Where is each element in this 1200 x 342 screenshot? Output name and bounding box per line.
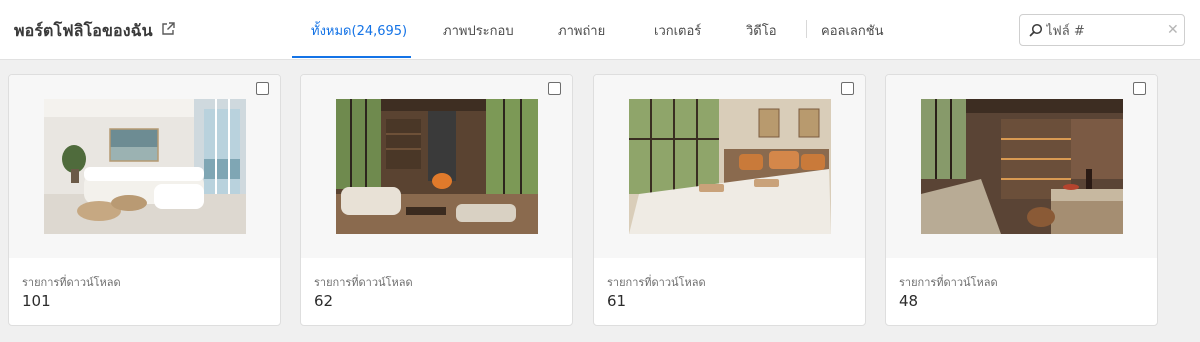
- tab-videos[interactable]: วิดีโอ: [746, 20, 777, 41]
- download-count: 48: [899, 292, 919, 310]
- portfolio-title: พอร์ตโฟลิโอของฉัน: [14, 21, 153, 40]
- card-media: [594, 75, 865, 258]
- card-label: รายการที่ดาวน์โหลด: [607, 276, 706, 289]
- card-thumbnail[interactable]: [629, 99, 831, 234]
- portfolio-card[interactable]: รายการที่ดาวน์โหลด 61: [593, 74, 866, 326]
- card-checkbox[interactable]: [841, 82, 854, 95]
- close-icon[interactable]: ✕: [1167, 21, 1179, 39]
- search-icon: [1029, 23, 1043, 37]
- card-media: [9, 75, 280, 258]
- portfolio-card[interactable]: รายการที่ดาวน์โหลด 48: [885, 74, 1158, 326]
- card-thumbnail[interactable]: [336, 99, 538, 234]
- download-count: 101: [22, 292, 51, 310]
- active-tab-indicator: [292, 56, 411, 58]
- card-checkbox[interactable]: [1133, 82, 1146, 95]
- tab-collections[interactable]: คอลเลกชัน: [821, 20, 883, 41]
- card-thumbnail[interactable]: [921, 99, 1123, 234]
- card-checkbox[interactable]: [256, 82, 269, 95]
- download-count: 61: [607, 292, 627, 310]
- card-media: [886, 75, 1157, 258]
- card-checkbox[interactable]: [548, 82, 561, 95]
- external-link-icon[interactable]: [160, 21, 176, 37]
- tab-all[interactable]: ทั้งหมด(24,695): [311, 20, 407, 41]
- top-bar: พอร์ตโฟลิโอของฉัน ทั้งหมด(24,695) ภาพประ…: [0, 0, 1200, 60]
- card-label: รายการที่ดาวน์โหลด: [314, 276, 413, 289]
- card-label: รายการที่ดาวน์โหลด: [899, 276, 998, 289]
- portfolio-card[interactable]: รายการที่ดาวน์โหลด 62: [300, 74, 573, 326]
- search-box[interactable]: ✕: [1019, 14, 1185, 46]
- tab-separator: [806, 20, 807, 38]
- tab-vectors[interactable]: เวกเตอร์: [654, 20, 701, 41]
- download-count: 62: [314, 292, 334, 310]
- tab-illustrations[interactable]: ภาพประกอบ: [443, 20, 514, 41]
- card-thumbnail[interactable]: [44, 99, 246, 234]
- tab-photos[interactable]: ภาพถ่าย: [558, 20, 605, 41]
- card-label: รายการที่ดาวน์โหลด: [22, 276, 121, 289]
- card-media: [301, 75, 572, 258]
- search-input[interactable]: [1046, 21, 1156, 41]
- portfolio-card[interactable]: รายการที่ดาวน์โหลด 101: [8, 74, 281, 326]
